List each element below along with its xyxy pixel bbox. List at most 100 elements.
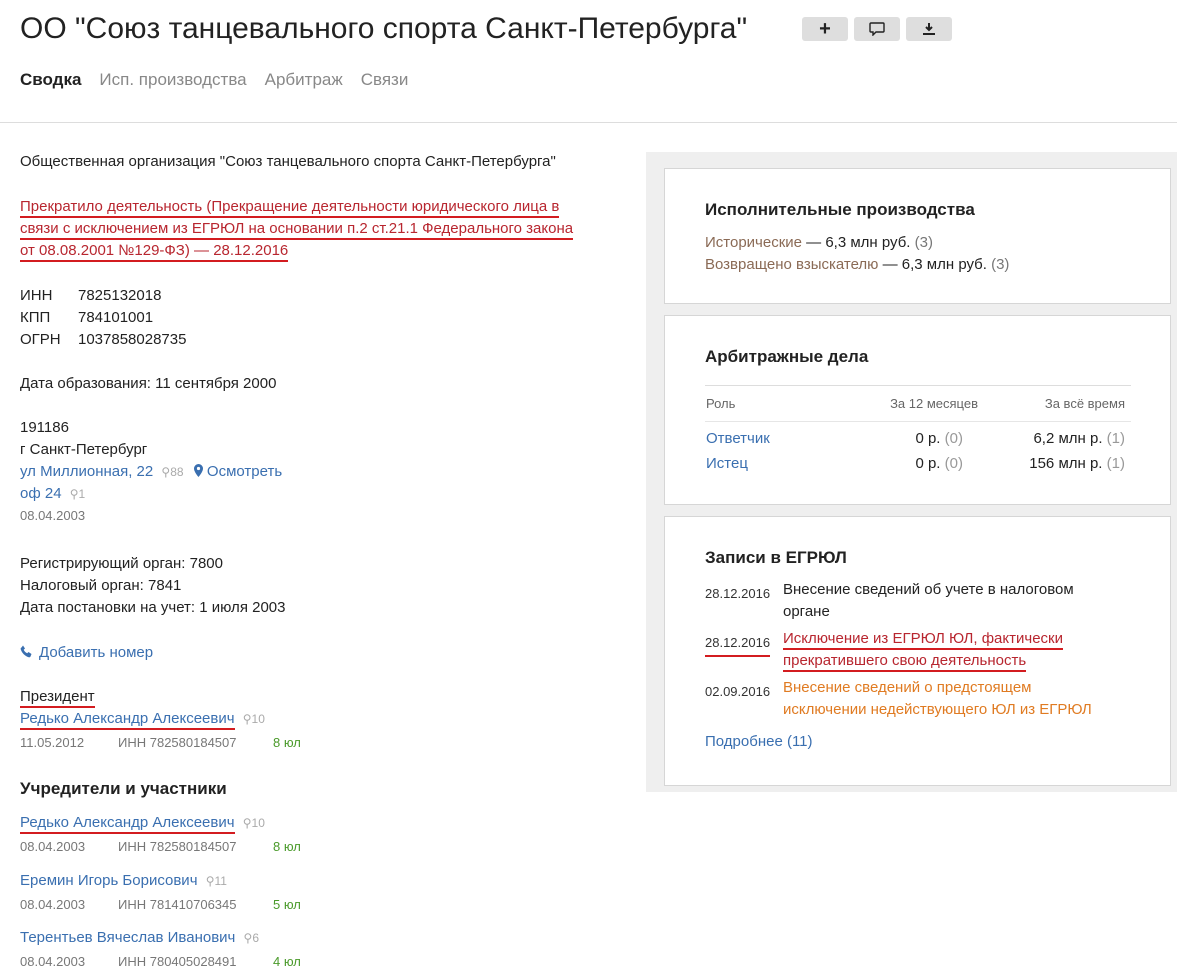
search-icon: ⚲ bbox=[69, 487, 79, 501]
founder-orgs-link[interactable]: 5 юл bbox=[273, 897, 301, 912]
arbitration-title: Арбитражные дела bbox=[705, 347, 869, 366]
search-icon: ⚲ bbox=[242, 712, 252, 726]
returned-value: — 6,3 млн руб. bbox=[882, 256, 987, 273]
office-link[interactable]: оф 24 bbox=[20, 485, 62, 502]
enforcement-card: Исполнительные производства Исторические… bbox=[664, 168, 1171, 304]
office-search-count[interactable]: ⚲1 bbox=[70, 483, 85, 505]
map-pin-icon bbox=[193, 464, 203, 477]
tab-summary[interactable]: Сводка bbox=[20, 70, 81, 90]
search-icon: ⚲ bbox=[161, 465, 171, 479]
role-defendant-link[interactable]: Ответчик bbox=[706, 430, 770, 447]
founders-title: Учредители и участники bbox=[20, 779, 227, 798]
col-12m: За 12 месяцев bbox=[890, 396, 978, 411]
header-divider bbox=[0, 122, 1177, 123]
plus-icon: + bbox=[819, 18, 831, 40]
historical-link[interactable]: Исторические bbox=[705, 234, 802, 251]
egrul-entry: 02.09.2016 Внесение сведений о предстоящ… bbox=[705, 677, 1135, 723]
president-meta: 11.05.2012 ИНН 782580184507 8 юл bbox=[20, 735, 310, 750]
egrul-entry: 28.12.2016 Внесение сведений об учете в … bbox=[705, 579, 1135, 625]
address-search-count[interactable]: ⚲88 bbox=[161, 461, 183, 483]
search-icon: ⚲ bbox=[242, 816, 252, 830]
founder-meta: 08.04.2003 ИНН 780405028491 4 юл bbox=[20, 954, 301, 969]
president-role: Президент bbox=[20, 686, 95, 708]
returned-count: (3) bbox=[991, 256, 1010, 273]
tab-enforcement[interactable]: Исп. производства bbox=[99, 70, 246, 90]
president-name-link[interactable]: Редько Александр Алексеевич bbox=[20, 710, 235, 730]
tab-arbitration[interactable]: Арбитраж bbox=[265, 70, 343, 90]
m12-value: 0 р. (0) bbox=[915, 455, 963, 472]
founder-search-count[interactable]: ⚲6 bbox=[244, 927, 259, 949]
egrul-date: 02.09.2016 bbox=[705, 684, 771, 699]
registration-authority: Регистрирующий орган: 7800 bbox=[20, 555, 223, 572]
founded-date: Дата образования: 11 сентября 2000 bbox=[20, 375, 277, 392]
returned-link[interactable]: Возвращено взыскателю bbox=[705, 256, 878, 273]
ogrn-label: ОГРН bbox=[20, 331, 61, 348]
tabs: Сводка Исп. производства Арбитраж Связи bbox=[20, 70, 408, 90]
tab-links[interactable]: Связи bbox=[361, 70, 409, 90]
street-link[interactable]: ул Миллионная, 22 bbox=[20, 463, 153, 480]
status-block: Прекратило деятельность (Прекращение дея… bbox=[20, 196, 574, 262]
kpp-value: 784101001 bbox=[78, 309, 154, 326]
company-ids: ИНН 7825132018 КПП 784101001 ОГРН 103785802… bbox=[20, 285, 186, 351]
president-name-row: Редько Александр Алексеевич ⚲10 bbox=[20, 708, 265, 730]
egrul-title: Записи в ЕГРЮЛ bbox=[705, 548, 847, 567]
egrul-more-link[interactable]: Подробнее (11) bbox=[705, 733, 813, 750]
m12-value: 0 р. (0) bbox=[915, 430, 963, 447]
download-button[interactable] bbox=[906, 17, 952, 41]
comment-button[interactable] bbox=[854, 17, 900, 41]
divider bbox=[705, 385, 1131, 386]
egrul-text: Исключение из ЕГРЮЛ ЮЛ, фактически прекр… bbox=[783, 628, 1123, 672]
add-button[interactable]: + bbox=[802, 17, 848, 41]
president-orgs-link[interactable]: 8 юл bbox=[273, 735, 301, 750]
egrul-entry: 28.12.2016 Исключение из ЕГРЮЛ ЮЛ, факти… bbox=[705, 628, 1135, 674]
founder-orgs-link[interactable]: 8 юл bbox=[273, 839, 301, 854]
egrul-text: Внесение сведений о предстоящем исключен… bbox=[783, 679, 1092, 718]
historical-count: (3) bbox=[914, 234, 933, 251]
egrul-date: 28.12.2016 bbox=[705, 586, 771, 601]
city: г Санкт-Петербург bbox=[20, 441, 148, 458]
tax-authority: Налоговый орган: 7841 bbox=[20, 577, 182, 594]
egrul-card: Записи в ЕГРЮЛ 28.12.2016 Внесение сведе… bbox=[664, 516, 1171, 786]
president-search-count[interactable]: ⚲10 bbox=[243, 708, 265, 730]
founder-name-row: Редько Александр Алексеевич ⚲10 bbox=[20, 812, 265, 834]
historical-value: — 6,3 млн руб. bbox=[806, 234, 911, 251]
ogrn-value: 1037858028735 bbox=[78, 331, 187, 348]
founder-meta: 08.04.2003 ИНН 781410706345 5 юл bbox=[20, 897, 301, 912]
founder-name-link[interactable]: Еремин Игорь Борисович bbox=[20, 872, 198, 889]
comment-icon bbox=[869, 22, 885, 36]
kpp-label: КПП bbox=[20, 309, 51, 326]
col-role: Роль bbox=[706, 396, 736, 411]
col-all: За всё время bbox=[1044, 396, 1125, 411]
search-icon: ⚲ bbox=[243, 931, 253, 945]
role-plaintiff-link[interactable]: Истец bbox=[706, 455, 748, 472]
inn-value: 7825132018 bbox=[78, 287, 162, 304]
status-line: от 08.08.2001 №129-ФЗ) — 28.12.2016 bbox=[20, 242, 289, 262]
founder-name-row: Еремин Игорь Борисович ⚲11 bbox=[20, 870, 227, 892]
president-inn: ИНН 782580184507 bbox=[118, 735, 237, 750]
full-name: Общественная организация "Союз танцеваль… bbox=[20, 153, 556, 170]
founder-name-link[interactable]: Редько Александр Алексеевич bbox=[20, 814, 235, 834]
enforcement-title: Исполнительные производства bbox=[705, 200, 975, 219]
zip-code: 191186 bbox=[20, 419, 69, 436]
address-block: 191186 г Санкт-Петербург ул Миллионная, … bbox=[20, 417, 282, 527]
egrul-text: Внесение сведений об учете в налоговом о… bbox=[783, 581, 1074, 620]
arbitration-card: Арбитражные дела Роль За 12 месяцев За в… bbox=[664, 315, 1171, 505]
founder-search-count[interactable]: ⚲10 bbox=[243, 812, 265, 834]
page-title: ОО "Союз танцевального спорта Санкт-Пете… bbox=[20, 12, 748, 45]
phone-icon bbox=[20, 645, 32, 658]
inn-label: ИНН bbox=[20, 287, 53, 304]
all-value: 6,2 млн р. (1) bbox=[1033, 430, 1125, 447]
add-phone-link[interactable]: Добавить номер bbox=[20, 642, 153, 664]
founder-name-row: Терентьев Вячеслав Иванович ⚲6 bbox=[20, 927, 259, 949]
all-value: 156 млн р. (1) bbox=[1029, 455, 1125, 472]
founder-search-count[interactable]: ⚲11 bbox=[206, 870, 227, 892]
view-map-link[interactable]: Осмотреть bbox=[193, 463, 282, 480]
founder-name-link[interactable]: Терентьев Вячеслав Иванович bbox=[20, 929, 235, 946]
address-date: 08.04.2003 bbox=[20, 508, 86, 523]
egrul-date: 28.12.2016 bbox=[705, 632, 771, 657]
status-line: Прекратило деятельность (Прекращение дея… bbox=[20, 198, 560, 218]
founder-meta: 08.04.2003 ИНН 782580184507 8 юл bbox=[20, 839, 301, 854]
status-line: связи с исключением из ЕГРЮЛ на основани… bbox=[20, 220, 574, 240]
founder-orgs-link[interactable]: 4 юл bbox=[273, 954, 301, 969]
registration-block: Регистрирующий орган: 7800 Налоговый орг… bbox=[20, 553, 285, 619]
